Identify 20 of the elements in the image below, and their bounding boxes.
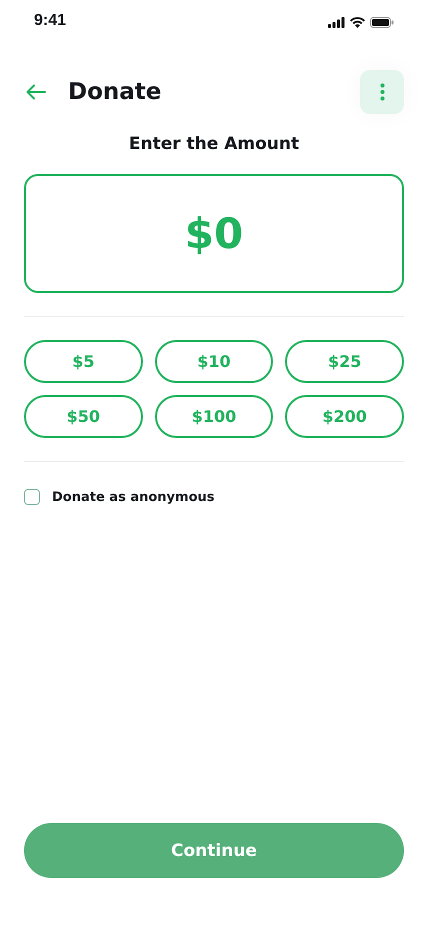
amount-chip[interactable]: $200 [285,395,404,438]
checkbox-label: Donate as anonymous [52,490,214,504]
amount-label: Enter the Amount [128,134,300,154]
more-button[interactable] [360,70,404,114]
page-title: Donate [68,79,162,105]
more-icon [380,83,384,101]
wifi-icon [350,16,365,28]
battery-icon [370,16,394,28]
amount-chip[interactable]: $50 [24,395,143,438]
signal-icon [328,16,345,28]
amount-chip[interactable]: $25 [285,340,404,383]
amount-chip[interactable]: $100 [154,395,274,438]
amount-chip[interactable]: $5 [24,340,143,383]
back-arrow-icon [26,84,46,100]
amount-chip[interactable]: $10 [154,340,274,383]
continue-button[interactable]: Continue [24,823,404,878]
status-time: 9:41 [34,12,66,30]
back-button[interactable] [24,82,48,102]
checkbox[interactable] [24,489,40,505]
amount-field[interactable]: $0 [24,174,404,293]
